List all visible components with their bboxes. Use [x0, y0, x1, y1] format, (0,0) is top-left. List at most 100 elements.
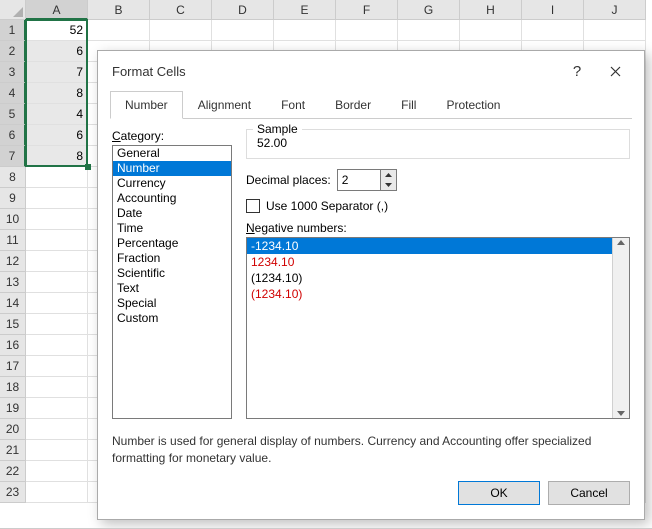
- row-header[interactable]: 10: [0, 209, 26, 230]
- cell[interactable]: [336, 20, 398, 41]
- row-header[interactable]: 1: [0, 20, 26, 41]
- cell[interactable]: [26, 398, 88, 419]
- cell[interactable]: [26, 167, 88, 188]
- cell[interactable]: [26, 482, 88, 503]
- row-header[interactable]: 7: [0, 146, 26, 167]
- cell[interactable]: [26, 251, 88, 272]
- category-item[interactable]: Custom: [113, 311, 231, 326]
- column-header[interactable]: I: [522, 0, 584, 20]
- spinner-up[interactable]: [381, 170, 396, 180]
- negative-option[interactable]: (1234.10): [247, 270, 612, 286]
- category-item[interactable]: Currency: [113, 176, 231, 191]
- column-header[interactable]: G: [398, 0, 460, 20]
- tab-border[interactable]: Border: [320, 91, 386, 119]
- decimal-places-input[interactable]: [338, 170, 380, 190]
- cell[interactable]: 4: [26, 104, 88, 125]
- cell[interactable]: 8: [26, 83, 88, 104]
- category-item[interactable]: Special: [113, 296, 231, 311]
- cell[interactable]: 6: [26, 125, 88, 146]
- row-header[interactable]: 18: [0, 377, 26, 398]
- ok-button[interactable]: OK: [458, 481, 540, 505]
- column-header[interactable]: D: [212, 0, 274, 20]
- negative-scrollbar[interactable]: [612, 238, 629, 418]
- negative-option[interactable]: -1234.10: [247, 238, 612, 254]
- column-header[interactable]: B: [88, 0, 150, 20]
- row-header[interactable]: 9: [0, 188, 26, 209]
- cell[interactable]: [26, 272, 88, 293]
- cell[interactable]: [460, 20, 522, 41]
- column-header[interactable]: C: [150, 0, 212, 20]
- category-item[interactable]: Scientific: [113, 266, 231, 281]
- category-item[interactable]: Date: [113, 206, 231, 221]
- cell[interactable]: [26, 335, 88, 356]
- negative-option[interactable]: (1234.10): [247, 286, 612, 302]
- category-item[interactable]: Text: [113, 281, 231, 296]
- thousand-separator-checkbox[interactable]: [246, 199, 260, 213]
- row-header[interactable]: 15: [0, 314, 26, 335]
- row-header[interactable]: 3: [0, 62, 26, 83]
- cell[interactable]: [522, 20, 584, 41]
- row-header[interactable]: 17: [0, 356, 26, 377]
- cell[interactable]: [26, 440, 88, 461]
- fill-handle[interactable]: [85, 164, 91, 170]
- cell[interactable]: 8: [26, 146, 88, 167]
- column-header[interactable]: H: [460, 0, 522, 20]
- negative-option[interactable]: 1234.10: [247, 254, 612, 270]
- cell[interactable]: [26, 230, 88, 251]
- cell[interactable]: [26, 419, 88, 440]
- row-header[interactable]: 20: [0, 419, 26, 440]
- category-item[interactable]: Time: [113, 221, 231, 236]
- tab-number[interactable]: Number: [110, 91, 183, 119]
- row-header[interactable]: 14: [0, 293, 26, 314]
- cell[interactable]: [26, 314, 88, 335]
- cell[interactable]: [584, 20, 646, 41]
- row-header[interactable]: 22: [0, 461, 26, 482]
- row-header[interactable]: 11: [0, 230, 26, 251]
- column-header[interactable]: J: [584, 0, 646, 20]
- cell[interactable]: 52: [26, 20, 88, 41]
- tab-font[interactable]: Font: [266, 91, 320, 119]
- row-header[interactable]: 6: [0, 125, 26, 146]
- category-item[interactable]: Number: [113, 161, 231, 176]
- column-header[interactable]: E: [274, 0, 336, 20]
- row-header[interactable]: 8: [0, 167, 26, 188]
- decimal-places-spinner[interactable]: [337, 169, 397, 191]
- cancel-button[interactable]: Cancel: [548, 481, 630, 505]
- column-header[interactable]: F: [336, 0, 398, 20]
- cell[interactable]: [274, 20, 336, 41]
- row-header[interactable]: 5: [0, 104, 26, 125]
- cell[interactable]: [398, 20, 460, 41]
- cell[interactable]: [26, 209, 88, 230]
- category-item[interactable]: Accounting: [113, 191, 231, 206]
- column-header[interactable]: A: [26, 0, 88, 20]
- category-item[interactable]: Percentage: [113, 236, 231, 251]
- row-header[interactable]: 2: [0, 41, 26, 62]
- category-item[interactable]: Fraction: [113, 251, 231, 266]
- category-item[interactable]: General: [113, 146, 231, 161]
- cell[interactable]: [26, 461, 88, 482]
- tab-fill[interactable]: Fill: [386, 91, 431, 119]
- row-header[interactable]: 4: [0, 83, 26, 104]
- row-header[interactable]: 23: [0, 482, 26, 503]
- help-button[interactable]: ?: [558, 56, 596, 86]
- tab-alignment[interactable]: Alignment: [183, 91, 266, 119]
- row-header[interactable]: 13: [0, 272, 26, 293]
- category-listbox[interactable]: GeneralNumberCurrencyAccountingDateTimeP…: [112, 145, 232, 419]
- close-button[interactable]: [596, 56, 634, 86]
- spinner-down[interactable]: [381, 180, 396, 190]
- cell[interactable]: [26, 188, 88, 209]
- cell[interactable]: 7: [26, 62, 88, 83]
- cell[interactable]: [26, 293, 88, 314]
- cell[interactable]: 6: [26, 41, 88, 62]
- cell[interactable]: [26, 356, 88, 377]
- row-header[interactable]: 21: [0, 440, 26, 461]
- cell[interactable]: [88, 20, 150, 41]
- tab-protection[interactable]: Protection: [431, 91, 515, 119]
- negative-numbers-listbox[interactable]: -1234.101234.10(1234.10)(1234.10): [246, 237, 630, 419]
- cell[interactable]: [150, 20, 212, 41]
- row-header[interactable]: 19: [0, 398, 26, 419]
- select-all-corner[interactable]: [0, 0, 26, 20]
- cell[interactable]: [212, 20, 274, 41]
- row-header[interactable]: 16: [0, 335, 26, 356]
- cell[interactable]: [26, 377, 88, 398]
